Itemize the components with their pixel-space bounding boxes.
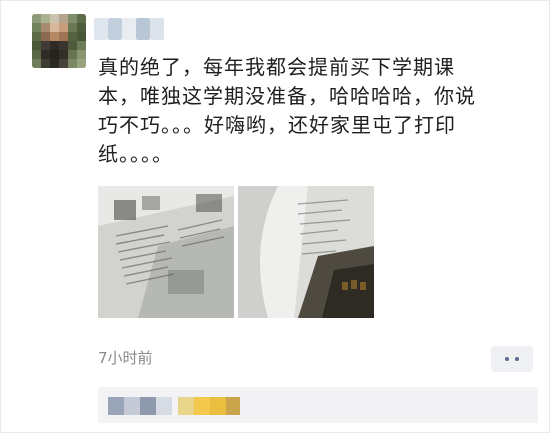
avatar-pixel — [77, 50, 86, 59]
avatar-pixel — [50, 50, 59, 59]
avatar-pixel — [41, 14, 50, 23]
avatar-pixel — [41, 50, 50, 59]
avatar-pixel — [50, 23, 59, 32]
avatar-pixel — [41, 32, 50, 41]
avatar-pixel — [50, 14, 59, 23]
avatar-pixel — [59, 32, 68, 41]
avatar-pixel — [59, 41, 68, 50]
photo-1-illustration — [98, 186, 234, 318]
nickname-blur-block — [108, 18, 122, 40]
photo-printed-pages-2[interactable] — [238, 186, 374, 318]
avatar-pixel — [77, 32, 86, 41]
avatar-pixel — [32, 50, 41, 59]
avatar-pixel — [59, 23, 68, 32]
avatar-pixel — [50, 59, 59, 68]
avatar-pixel — [77, 23, 86, 32]
post-text: 真的绝了，每年我都会提前买下学期课 本，唯独这学期没准备，哈哈哈哈，你说 巧不巧… — [98, 55, 476, 166]
avatar-pixel — [41, 23, 50, 32]
nickname-blur-block — [94, 18, 108, 40]
avatar-pixel — [32, 14, 41, 23]
likes-blur-block — [226, 397, 240, 415]
avatar-pixel — [77, 14, 86, 23]
likes-blur-block — [156, 397, 172, 415]
likes-bar — [98, 387, 538, 423]
nickname-blur-block — [136, 18, 150, 40]
avatar-pixel — [77, 41, 86, 50]
avatar-pixel — [41, 41, 50, 50]
avatar-pixel — [50, 41, 59, 50]
likes-blur-block — [124, 397, 140, 415]
avatar-pixel — [68, 41, 77, 50]
avatar-pixel — [32, 23, 41, 32]
moments-post: 真的绝了，每年我都会提前买下学期课 本，唯独这学期没准备，哈哈哈哈，你说 巧不巧… — [0, 0, 550, 433]
avatar-pixel — [68, 23, 77, 32]
likes-blur-block — [140, 397, 156, 415]
likes-blur-block — [194, 397, 210, 415]
avatar-pixel — [32, 32, 41, 41]
avatar-pixel — [59, 59, 68, 68]
more-dots-icon[interactable] — [491, 346, 533, 372]
avatar-pixel — [32, 59, 41, 68]
more-dot — [505, 357, 509, 361]
avatar-pixel — [68, 59, 77, 68]
avatar-pixel — [68, 32, 77, 41]
avatar[interactable] — [32, 14, 86, 68]
nickname-blur-block — [122, 18, 136, 40]
avatar-pixel — [32, 41, 41, 50]
avatar-pixel — [41, 59, 50, 68]
avatar-pixel — [68, 50, 77, 59]
likes-blur-block — [108, 397, 124, 415]
nickname-redacted[interactable] — [94, 18, 164, 40]
photo-printed-pages-1[interactable] — [98, 186, 234, 318]
avatar-pixel — [59, 50, 68, 59]
photo-2-illustration — [238, 186, 374, 318]
avatar-pixel — [50, 32, 59, 41]
avatar-pixel — [77, 59, 86, 68]
likes-blur-block — [178, 397, 194, 415]
avatar-pixel — [59, 14, 68, 23]
more-dot — [515, 357, 519, 361]
post-timestamp: 7小时前 — [98, 349, 153, 367]
avatar-pixel — [68, 14, 77, 23]
likes-blur-block — [210, 397, 226, 415]
nickname-blur-block — [150, 18, 164, 40]
